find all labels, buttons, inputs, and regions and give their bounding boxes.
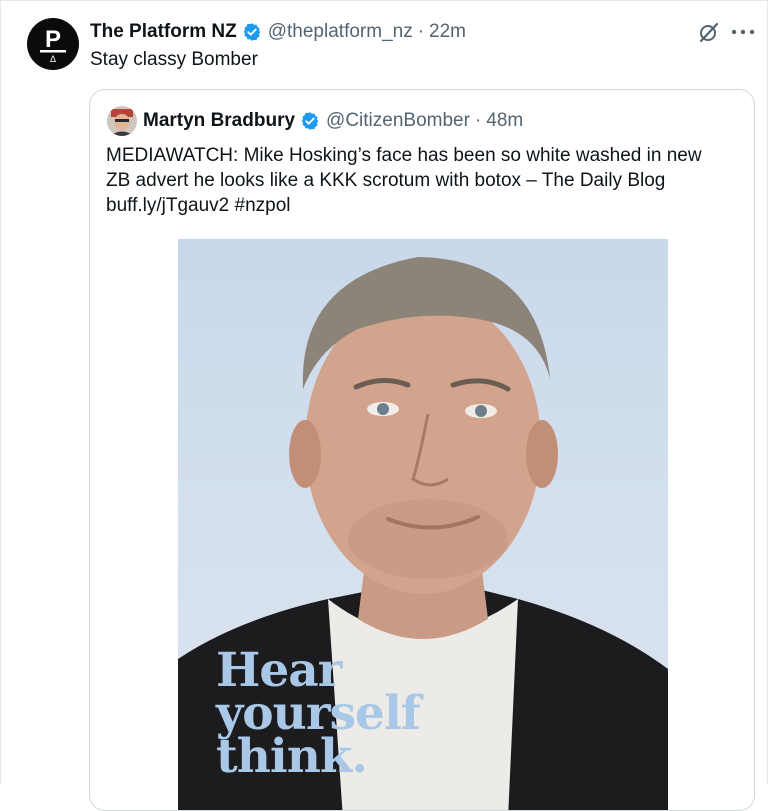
quoted-author-avatar[interactable]: [107, 106, 137, 136]
platform-logo-icon: P Δ: [40, 26, 66, 64]
tweet-header: The Platform NZ @theplatform_nz · 22m: [90, 19, 466, 45]
verified-badge-icon: [243, 23, 261, 41]
more-icon[interactable]: [731, 28, 755, 36]
time-separator: ·: [417, 21, 425, 42]
author-handle[interactable]: @theplatform_nz: [268, 21, 413, 43]
avatar-photo-icon: [107, 106, 137, 136]
quoted-text-line: ZB advert he looks like a KKK scrotum wi…: [106, 170, 666, 191]
quoted-text: MEDIAWATCH: Mike Hosking’s face has been…: [106, 143, 742, 218]
quoted-media-image[interactable]: Hear yourself think.: [178, 239, 668, 810]
avatar-letter: P: [45, 26, 61, 53]
time-separator: ·: [474, 110, 482, 131]
avatar-sub: Δ: [50, 54, 56, 64]
tweet-time[interactable]: 22m: [429, 21, 466, 43]
grok-icon[interactable]: [697, 20, 721, 44]
quoted-text-line: MEDIAWATCH: Mike Hosking’s face has been…: [106, 145, 702, 166]
quoted-author-name[interactable]: Martyn Bradbury: [143, 110, 295, 132]
author-name[interactable]: The Platform NZ: [90, 21, 237, 43]
media-overlay-text: Hear yourself think.: [216, 647, 421, 784]
author-avatar[interactable]: P Δ: [27, 18, 79, 70]
quoted-author-handle[interactable]: @CitizenBomber: [326, 110, 470, 132]
quoted-tweet[interactable]: Martyn Bradbury @CitizenBomber · 48m MED…: [89, 89, 755, 811]
quoted-header: Martyn Bradbury @CitizenBomber · 48m: [143, 108, 523, 134]
tweet-text: Stay classy Bomber: [90, 49, 258, 70]
tweet-card[interactable]: P Δ The Platform NZ @theplatform_nz · 22…: [0, 0, 768, 811]
quoted-text-line[interactable]: buff.ly/jTgauv2 #nzpol: [106, 193, 742, 218]
overlay-line: think.: [216, 729, 368, 784]
verified-badge-icon: [301, 112, 319, 130]
quoted-time[interactable]: 48m: [486, 110, 523, 132]
